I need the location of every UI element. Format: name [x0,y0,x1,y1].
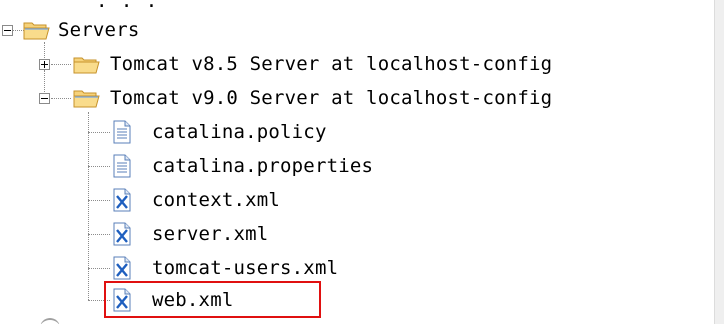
vertical-scrollbar[interactable] [714,0,724,324]
tree-connector [88,166,110,167]
tree-connector [51,64,71,65]
project-explorer-tree: · · · Servers Tomcat v8.5 Server at loca… [0,0,724,324]
text-file-icon [113,120,131,144]
xml-file-icon [113,188,131,212]
tree-node-label: tomcat-users.xml [152,257,339,279]
tree-connector [88,268,110,269]
tree-connector [88,200,110,201]
truncated-item-above: · · · [96,0,159,17]
xml-file-icon [113,222,131,246]
tree-node-context-xml[interactable]: context.xml [112,183,280,217]
tree-node-servers[interactable]: Servers [22,13,139,47]
tree-node-label: catalina.properties [152,155,374,177]
xml-file-icon [113,256,131,280]
truncated-item-below [40,318,60,324]
tree-node-catalina-policy[interactable]: catalina.policy [112,115,327,149]
folder-open-icon [73,90,100,108]
expand-toggle-tomcat-8-5[interactable] [39,59,50,70]
tree-connector [88,112,89,300]
tree-node-label: Tomcat v9.0 Server at localhost-config [110,87,553,109]
folder-open-icon [23,22,50,40]
tree-connector [44,70,45,92]
text-file-icon [113,154,131,178]
tree-node-label: context.xml [152,189,281,211]
tree-connector [88,132,110,133]
tree-node-label: Servers [58,19,140,41]
highlight-box-web-xml [104,281,321,318]
tree-node-tomcat-users-xml[interactable]: tomcat-users.xml [112,251,338,285]
tree-node-catalina-properties[interactable]: catalina.properties [112,149,373,183]
folder-icon [73,57,100,74]
tree-connector [88,234,110,235]
collapse-toggle-servers[interactable] [2,25,13,36]
tree-node-tomcat-9-0[interactable]: Tomcat v9.0 Server at localhost-config [72,81,552,115]
tree-node-tomcat-8-5[interactable]: Tomcat v8.5 Server at localhost-config [72,47,552,81]
tree-node-label: server.xml [152,223,269,245]
tree-node-label: catalina.policy [152,121,327,143]
tree-node-server-xml[interactable]: server.xml [112,217,268,251]
collapse-toggle-tomcat-9-0[interactable] [39,93,50,104]
tree-node-label: Tomcat v8.5 Server at localhost-config [110,53,553,75]
tree-connector [51,98,71,99]
